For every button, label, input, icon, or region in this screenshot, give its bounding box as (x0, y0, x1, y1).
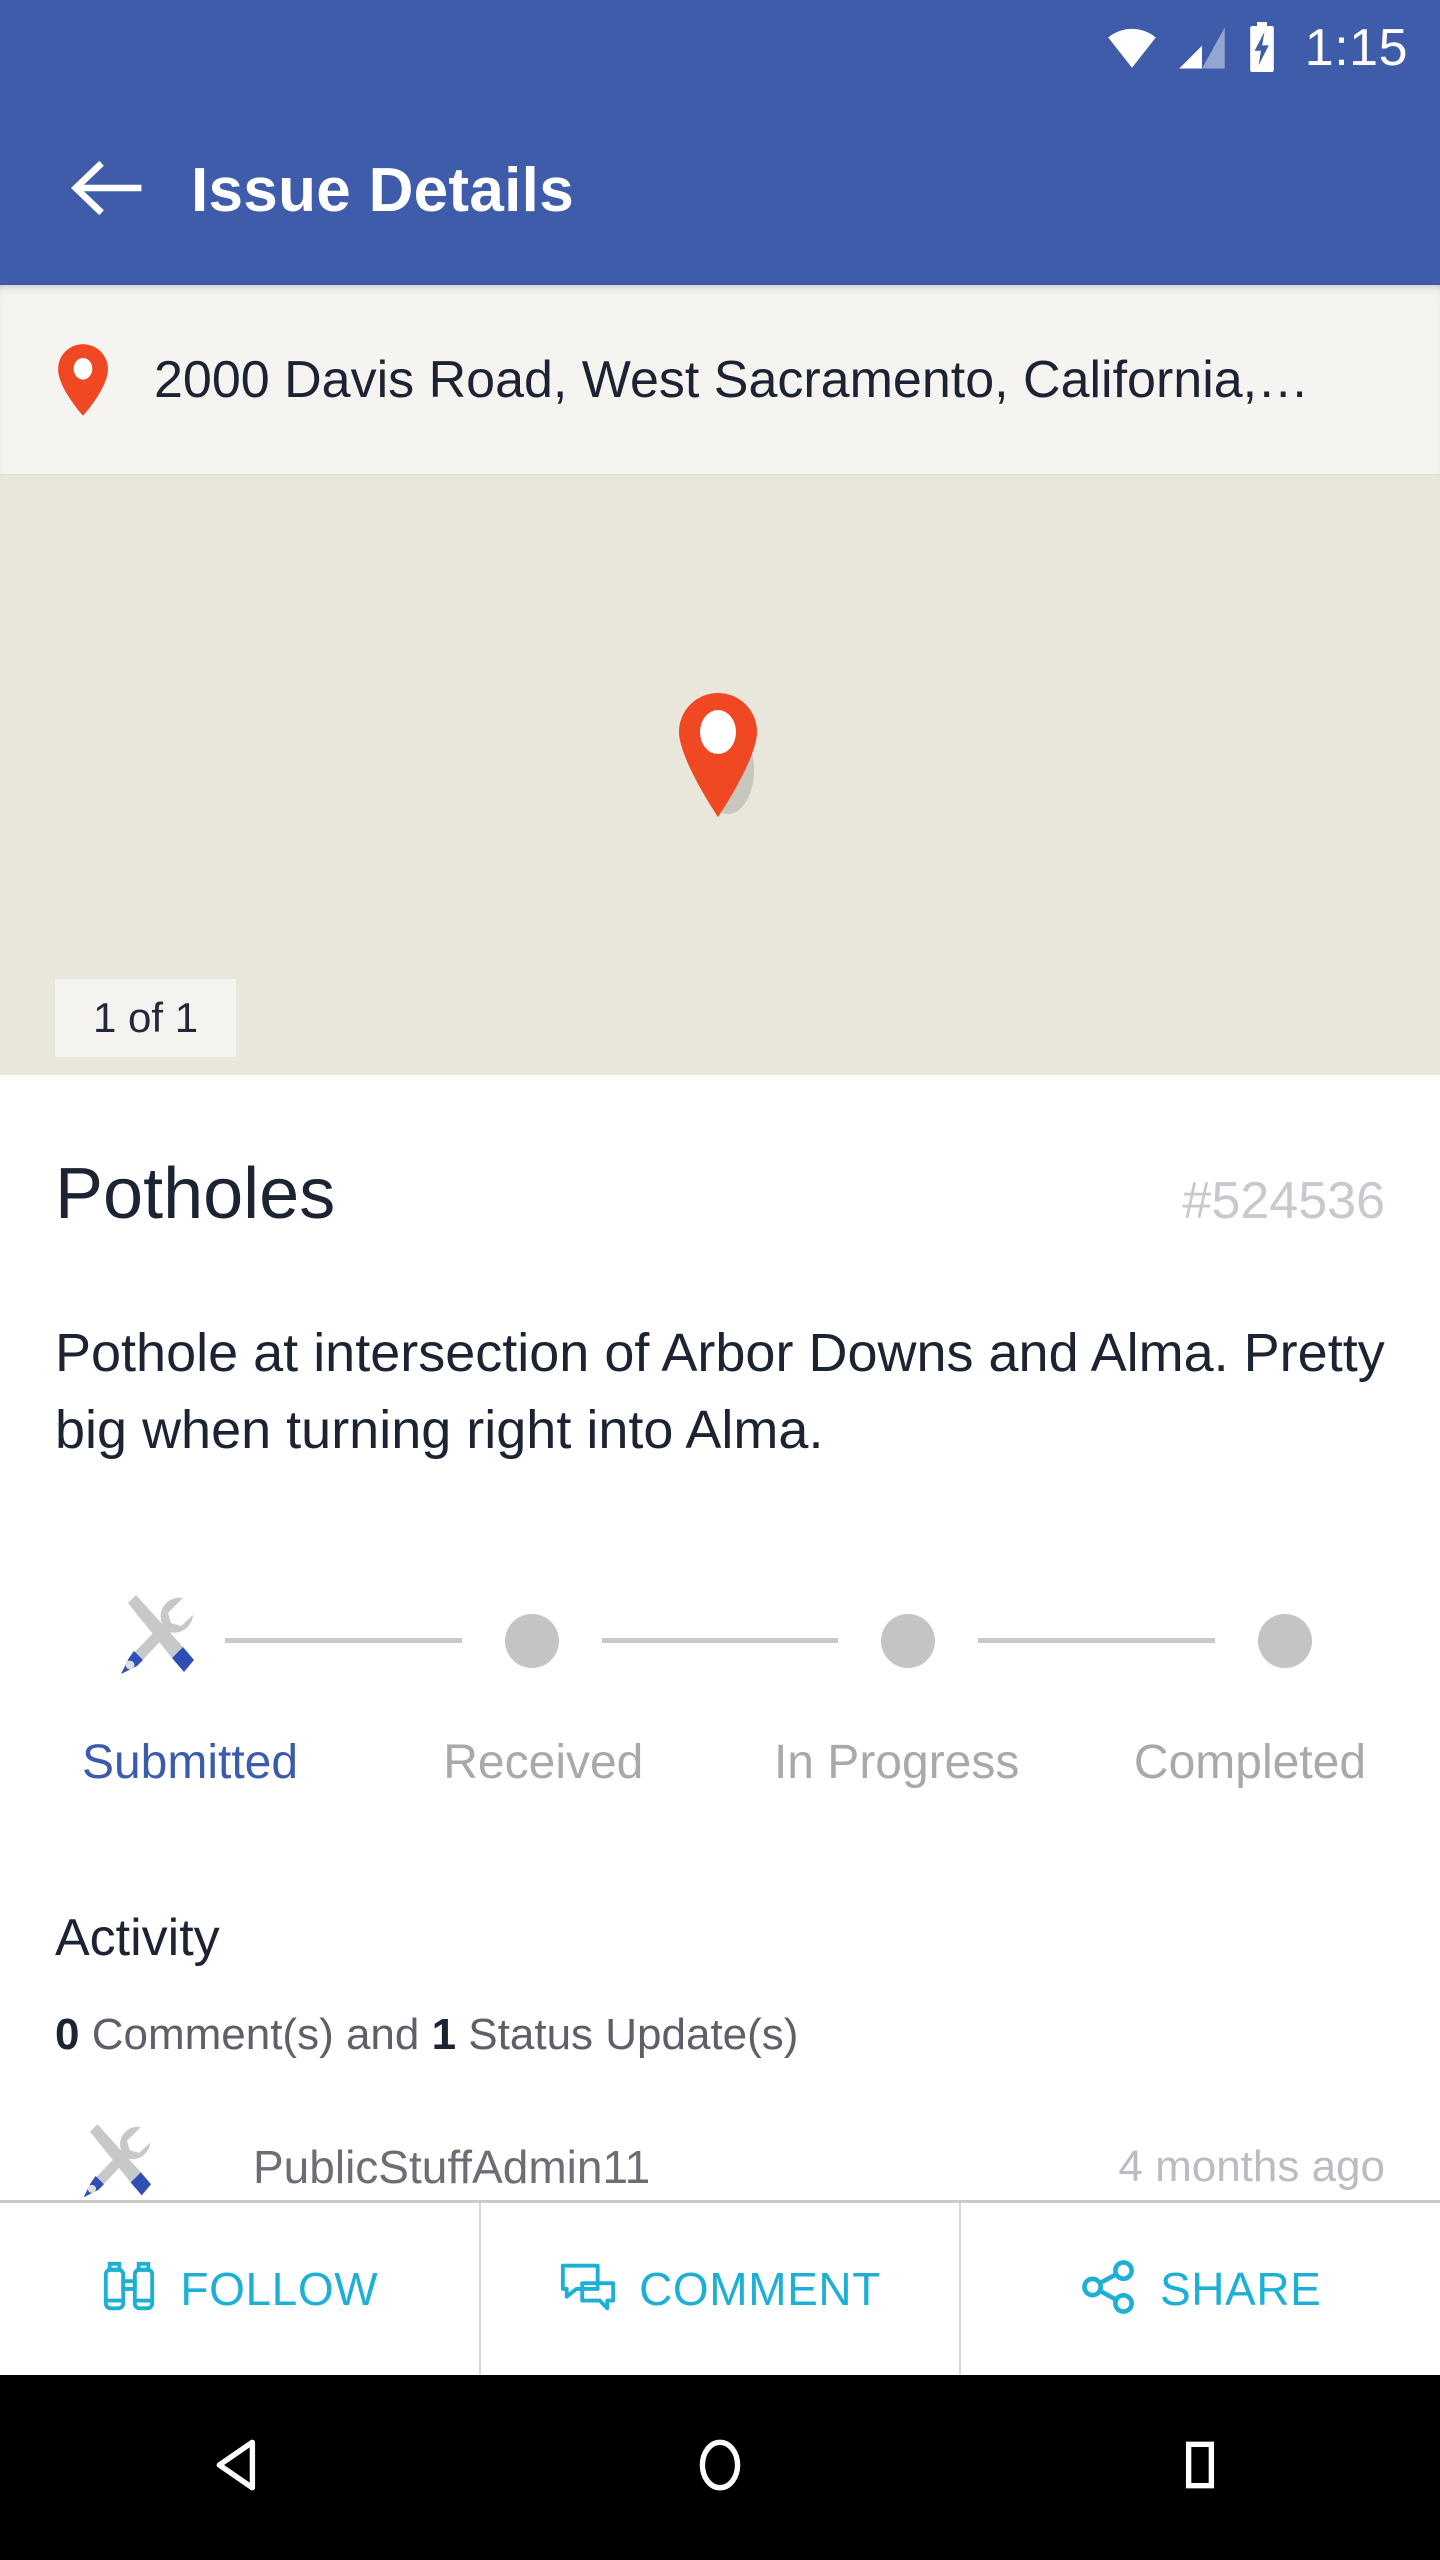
issue-title: Potholes (55, 1154, 336, 1234)
step-label-completed: Completed (1133, 1736, 1367, 1790)
activity-timestamp: 4 months ago (1118, 2141, 1385, 2191)
wifi-icon (1105, 26, 1159, 70)
action-bar: FOLLOW COMMENT SHARE (0, 2200, 1440, 2375)
status-bar-clock: 1:15 (1304, 18, 1408, 77)
stepper-connector-3 (978, 1638, 1216, 1644)
activity-summary-tail: Status Update(s) (456, 2010, 799, 2060)
address-bar[interactable]: 2000 Davis Road, West Sacramento, Califo… (0, 285, 1440, 475)
issue-details-screen: 1:15 Issue Details 2000 Davis Road, West… (0, 0, 1440, 2560)
dot-icon (881, 1613, 936, 1668)
nav-home-button[interactable] (630, 2408, 810, 2528)
battery-charging-icon (1245, 21, 1279, 74)
stepper-labels: Submitted Received In Progress Completed (55, 1735, 1385, 1790)
share-button-label: SHARE (1159, 2263, 1322, 2315)
cellular-signal-icon (1177, 25, 1227, 71)
map-pin-icon (56, 342, 110, 418)
binoculars-icon (100, 2258, 158, 2321)
step-label-received: Received (443, 1736, 644, 1790)
address-text: 2000 Davis Road, West Sacramento, Califo… (154, 350, 1310, 409)
step-node-in-progress[interactable] (846, 1613, 970, 1668)
status-update-count: 1 (431, 2010, 457, 2060)
follow-button-label: FOLLOW (180, 2263, 379, 2315)
comment-bubbles-icon (559, 2258, 617, 2321)
step-label-in-progress: In Progress (773, 1736, 1020, 1790)
nav-back-button[interactable] (150, 2408, 330, 2528)
step-node-completed[interactable] (1223, 1613, 1347, 1668)
step-node-submitted[interactable] (93, 1586, 217, 1695)
issue-content: Potholes #524536 Pothole at intersection… (0, 1075, 1440, 2218)
dot-icon (504, 1613, 559, 1668)
android-navigation-bar (0, 2375, 1440, 2560)
map-preview[interactable]: 1 of 1 (0, 475, 1440, 1075)
activity-summary: 0 Comment(s) and 1 Status Update(s) (55, 2010, 1385, 2060)
comment-button[interactable]: COMMENT (478, 2203, 960, 2375)
comment-button-label: COMMENT (639, 2263, 881, 2315)
share-nodes-icon (1080, 2258, 1138, 2321)
stepper-connector-2 (601, 1638, 839, 1644)
activity-heading: Activity (55, 1909, 220, 1968)
dot-icon (1258, 1613, 1313, 1668)
back-arrow-icon (68, 158, 142, 223)
back-triangle-icon (209, 2434, 271, 2501)
issue-description: Pothole at intersection of Arbor Downs a… (55, 1323, 1385, 1460)
map-marker-icon (674, 690, 766, 827)
activity-user-name: PublicStuffAdmin11 (253, 2140, 651, 2193)
recents-square-icon (1169, 2434, 1231, 2501)
step-label-submitted: Submitted (81, 1736, 299, 1790)
follow-button[interactable]: FOLLOW (0, 2203, 479, 2375)
home-circle-icon (689, 2434, 751, 2501)
back-button[interactable] (45, 130, 165, 250)
status-bar: 1:15 (0, 0, 1440, 95)
issue-number: #524536 (1182, 1172, 1385, 1230)
page-title: Issue Details (191, 155, 574, 225)
comment-count: 0 (55, 2010, 80, 2060)
stepper-track (55, 1586, 1385, 1695)
share-button[interactable]: SHARE (959, 2203, 1440, 2375)
step-node-received[interactable] (470, 1613, 594, 1668)
activity-section: Activity 0 Comment(s) and 1 Status Updat… (0, 1790, 1440, 2060)
tools-icon (103, 1586, 207, 1695)
nav-recents-button[interactable] (1110, 2408, 1290, 2528)
stepper-connector-1 (225, 1638, 462, 1644)
status-stepper: Submitted Received In Progress Completed (0, 1468, 1440, 1790)
app-bar: Issue Details (0, 95, 1440, 285)
issue-title-row: Potholes #524536 (0, 1075, 1440, 1235)
activity-summary-middle: Comment(s) and (79, 2010, 432, 2060)
map-page-badge: 1 of 1 (55, 979, 237, 1057)
